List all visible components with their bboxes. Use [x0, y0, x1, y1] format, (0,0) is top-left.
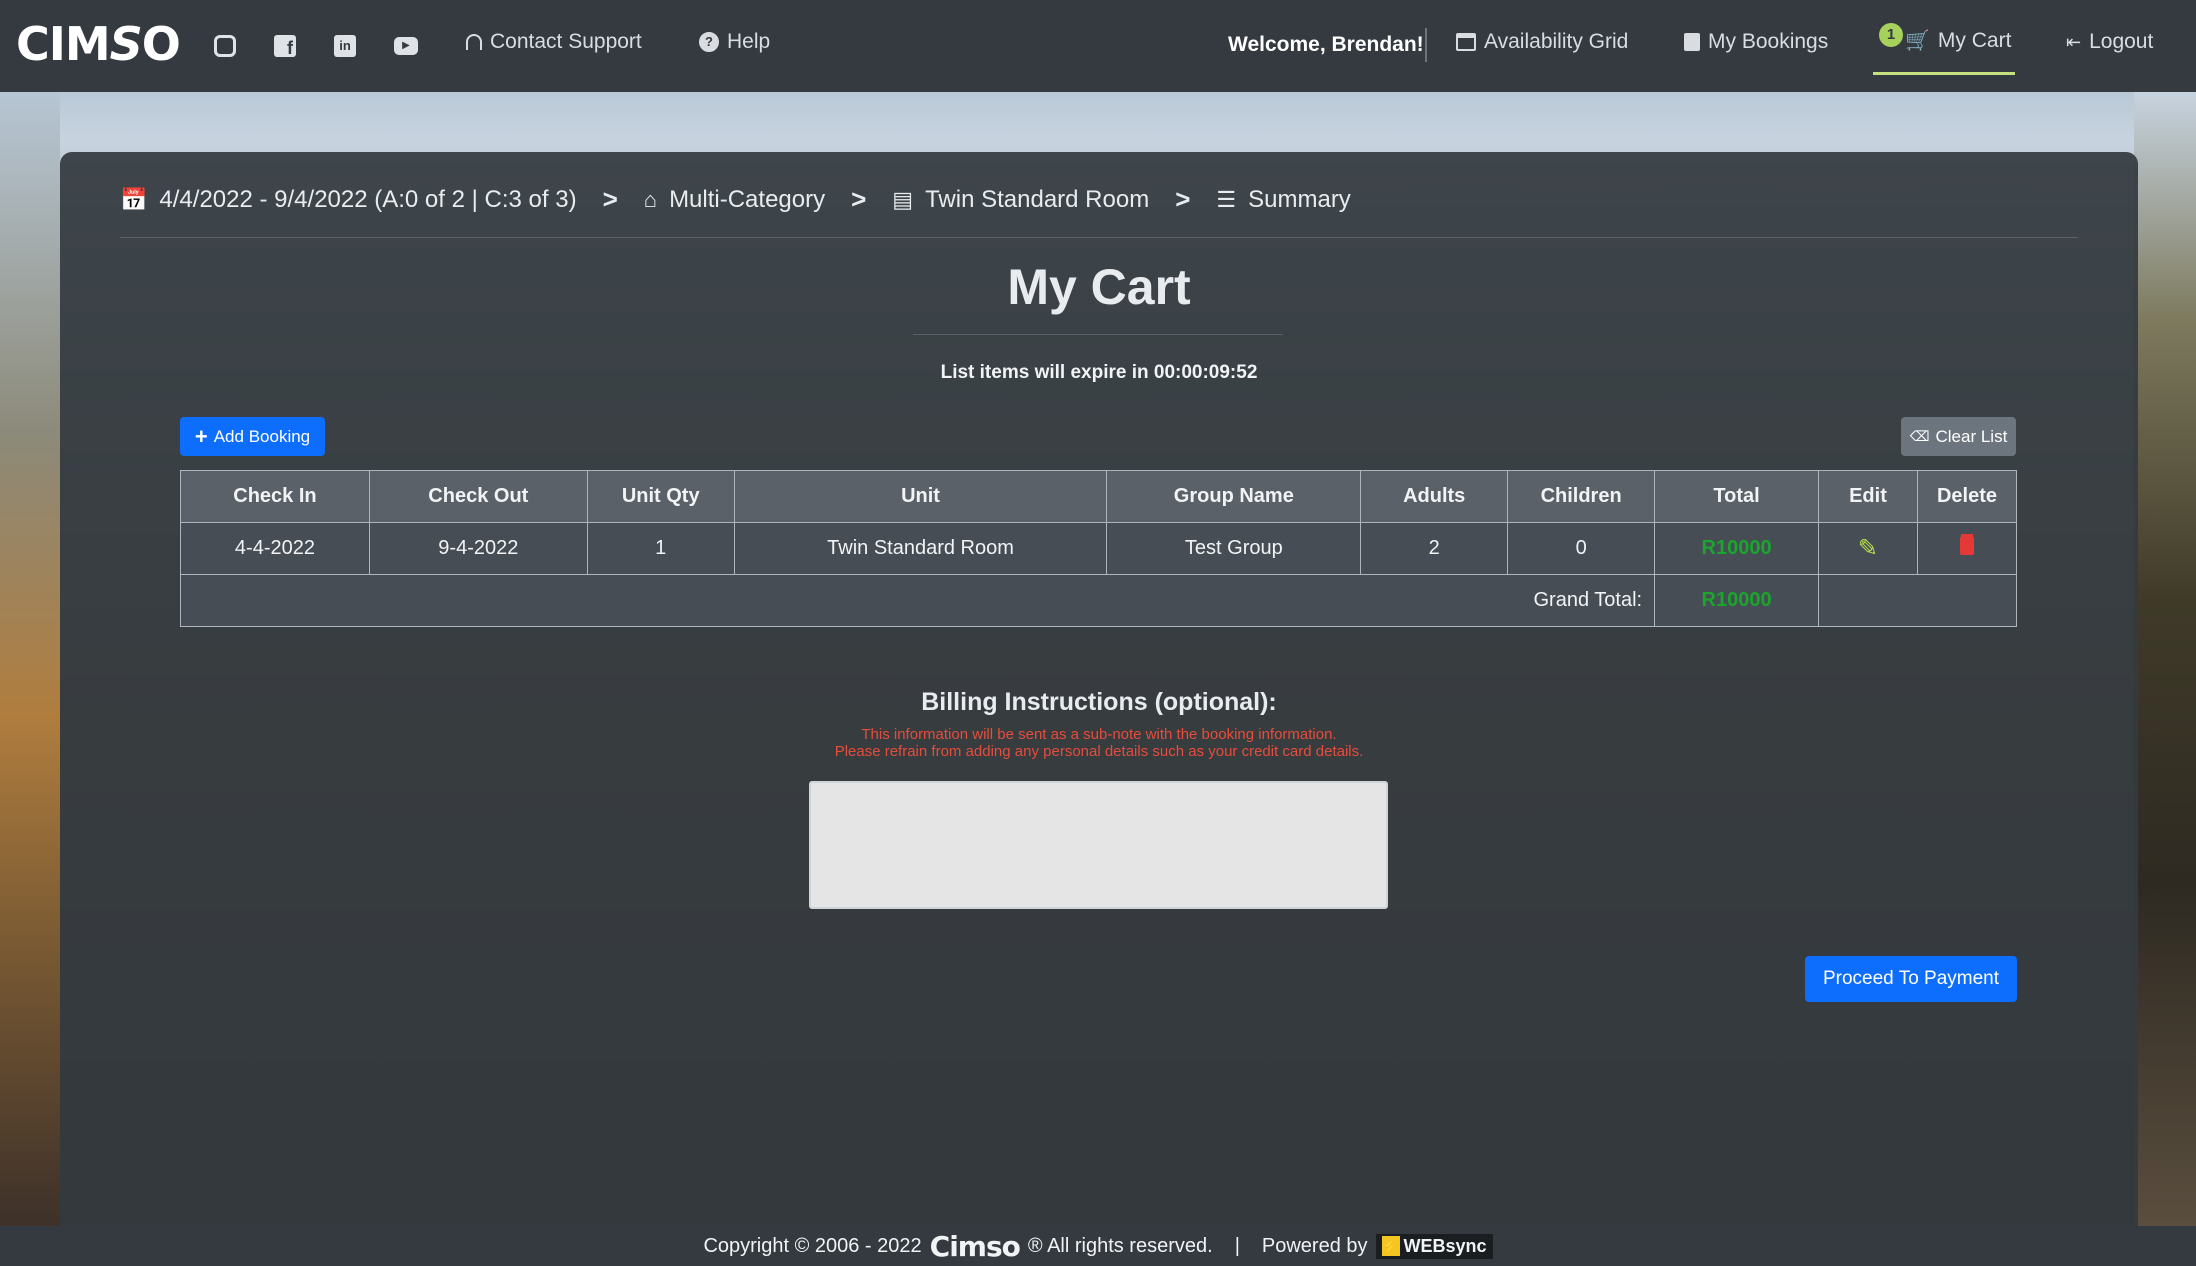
breadcrumb-unit[interactable]: Twin Standard Room — [925, 186, 1149, 214]
linkedin-icon[interactable]: in — [334, 35, 356, 57]
col-header: Delete — [1916, 470, 2018, 523]
websync-logo[interactable]: ⚡ WEBsync — [1375, 1233, 1493, 1259]
nav-logout[interactable]: ⇤ Logout — [2066, 30, 2153, 54]
grand-total-empty — [1818, 574, 2017, 627]
youtube-icon[interactable]: ▶ — [394, 37, 418, 55]
cell-adults: 2 — [1360, 522, 1509, 575]
nav-my-bookings[interactable]: My Bookings — [1684, 30, 1828, 54]
breadcrumb-summary[interactable]: Summary — [1248, 186, 1351, 214]
proceed-to-payment-button[interactable]: Proceed To Payment — [1805, 956, 2017, 1002]
billing-heading: Billing Instructions (optional): — [921, 688, 1277, 716]
welcome-text: Welcome, Brendan! — [1228, 33, 1424, 56]
col-header: Edit — [1818, 470, 1918, 523]
clear-list-button[interactable]: ⌫ Clear List — [1901, 417, 2016, 456]
list-icon: ☰ — [1216, 186, 1237, 212]
breadcrumb-separator: > — [602, 184, 618, 214]
nav-logout-label: Logout — [2089, 30, 2154, 53]
col-header: Check In — [180, 470, 370, 523]
headset-icon — [466, 34, 482, 50]
brand-logo[interactable]: CIMSO — [16, 18, 181, 70]
home-icon: ⌂ — [643, 186, 658, 212]
col-header: Group Name — [1106, 470, 1362, 523]
breadcrumb-category[interactable]: Multi-Category — [669, 186, 825, 214]
billing-note: This information will be sent as a sub-n… — [60, 726, 2138, 760]
add-booking-label: Add Booking — [213, 426, 311, 446]
nav-availability-grid-label: Availability Grid — [1484, 30, 1629, 53]
cell-unit-qty: 1 — [586, 522, 735, 575]
cart-icon: 🛒 — [1905, 30, 1930, 52]
nav-contact-support-label: Contact Support — [490, 30, 642, 53]
cell-edit: ✎ — [1818, 522, 1918, 575]
eraser-icon: ⌫ — [1909, 428, 1930, 444]
nav-availability-grid[interactable]: Availability Grid — [1456, 30, 1628, 54]
col-header: Adults — [1360, 470, 1509, 523]
cell-children: 0 — [1507, 522, 1656, 575]
instagram-icon[interactable] — [214, 35, 236, 57]
bolt-icon: ⚡ — [1381, 1236, 1400, 1256]
nav-help-label: Help — [727, 30, 771, 53]
title-underline — [913, 334, 1283, 335]
nav-contact-support[interactable]: Contact Support — [466, 30, 642, 54]
breadcrumb-separator: > — [1175, 184, 1191, 214]
background-scenery-left — [0, 92, 60, 1226]
nav-my-bookings-label: My Bookings — [1708, 30, 1829, 53]
trash-icon[interactable] — [1959, 536, 1974, 555]
footer-copyright: Copyright © 2006 - 2022 — [703, 1234, 922, 1257]
active-tab-indicator — [1873, 72, 2015, 75]
col-header: Children — [1507, 470, 1656, 523]
nav-divider — [1425, 28, 1427, 62]
col-header: Unit — [733, 470, 1108, 523]
question-circle-icon: ? — [699, 32, 719, 52]
table-header-row: Check In Check Out Unit Qty Unit Group N… — [180, 470, 2018, 523]
plus-icon: + — [194, 423, 208, 449]
main-card: 📅 4/4/2022 - 9/4/2022 (A:0 of 2 | C:3 of… — [60, 152, 2138, 1226]
add-booking-button[interactable]: + Add Booking — [180, 417, 325, 456]
websync-label: WEBsync — [1403, 1235, 1487, 1256]
table-row: 4-4-2022 9-4-2022 1 Twin Standard Room T… — [180, 522, 2018, 575]
background-scenery-right — [2134, 92, 2196, 1226]
book-icon — [1684, 33, 1700, 51]
breadcrumb: 📅 4/4/2022 - 9/4/2022 (A:0 of 2 | C:3 of… — [120, 180, 2078, 238]
nav-my-cart[interactable]: 1 🛒 My Cart — [1879, 22, 2012, 53]
clear-list-label: Clear List — [1935, 426, 2008, 446]
billing-note-line: This information will be sent as a sub-n… — [861, 726, 1337, 743]
bed-icon: ▤ — [892, 186, 914, 212]
cart-table: Check In Check Out Unit Qty Unit Group N… — [179, 470, 2018, 627]
col-header: Check Out — [368, 470, 588, 523]
grand-total-row: Grand Total: R10000 — [179, 574, 2017, 627]
footer: Copyright © 2006 - 2022 Cimso ® All righ… — [0, 1226, 2196, 1266]
col-header: Unit Qty — [586, 470, 735, 523]
calendar-icon: 📅 — [120, 186, 148, 212]
footer-rights: ® All rights reserved. — [1027, 1234, 1213, 1257]
page-title: My Cart — [1007, 259, 1191, 315]
breadcrumb-separator: > — [851, 184, 867, 214]
calendar-icon — [1456, 33, 1476, 51]
cell-total: R10000 — [1654, 522, 1820, 575]
cell-delete — [1916, 522, 2018, 575]
cart-count-badge: 1 — [1879, 22, 1903, 47]
grand-total-label: Grand Total: — [179, 574, 1656, 627]
footer-powered-by: Powered by — [1261, 1234, 1368, 1257]
logout-icon: ⇤ — [2066, 31, 2082, 52]
expiry-notice: List items will expire in 00:00:09:52 — [940, 362, 1258, 383]
pencil-icon[interactable]: ✎ — [1858, 535, 1878, 562]
cell-check-in: 4-4-2022 — [180, 522, 370, 575]
grand-total-value: R10000 — [1654, 574, 1820, 627]
facebook-icon[interactable]: f — [274, 35, 296, 58]
footer-pipe: | — [1234, 1234, 1240, 1257]
billing-note-line: Please refrain from adding any personal … — [834, 743, 1364, 760]
cell-check-out: 9-4-2022 — [368, 522, 588, 575]
nav-help[interactable]: ? Help — [699, 30, 770, 54]
footer-logo: Cimso — [929, 1229, 1021, 1263]
breadcrumb-dates[interactable]: 4/4/2022 - 9/4/2022 (A:0 of 2 | C:3 of 3… — [159, 186, 576, 214]
cell-group-name: Test Group — [1106, 522, 1362, 575]
col-header: Total — [1654, 470, 1820, 523]
nav-my-cart-label: My Cart — [1937, 28, 2012, 52]
top-navbar: CIMSO f in ▶ Contact Support ? Help Welc… — [0, 0, 2196, 92]
cell-unit: Twin Standard Room — [733, 522, 1108, 575]
billing-instructions-input[interactable] — [809, 781, 1388, 909]
